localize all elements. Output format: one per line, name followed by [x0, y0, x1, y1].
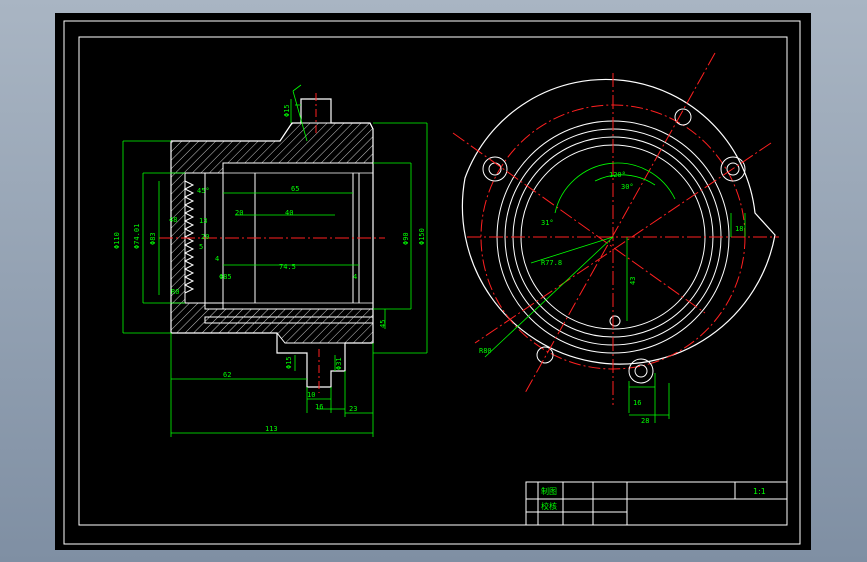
dim-small-13: 13	[199, 217, 207, 225]
flange-angle-30: 30°	[621, 183, 634, 191]
cad-drawing: Φ110 Φ74.01 Φ83 Φ90 Φ150 45° 48 20 13 4 …	[63, 20, 801, 545]
flange-angle-120: 120°	[609, 171, 626, 179]
dim-phi74: Φ74.01	[133, 224, 141, 249]
dim-r0: R0	[171, 288, 179, 296]
dim-small-5: 5	[199, 243, 203, 251]
section-view: Φ110 Φ74.01 Φ83 Φ90 Φ150 45° 48 20 13 4 …	[113, 84, 428, 437]
dim-internal-74-5: 74.5	[279, 263, 296, 271]
flange-view: 120° 30° 31° R77.8 43 18 16 28 R80	[452, 52, 779, 425]
flange-radius-r77: R77.8	[541, 259, 562, 267]
flange-dim-18: 18	[735, 225, 743, 233]
flange-dim-28: 28	[641, 417, 649, 425]
dim-phi83: Φ83	[149, 232, 157, 245]
dim-bottom-16: 16	[315, 403, 323, 411]
dim-phi85: Φ85	[219, 273, 232, 281]
section-dimensions	[122, 84, 428, 437]
bolt-hole-bottom-left	[536, 346, 554, 364]
dim-bottom-23: 23	[349, 405, 357, 413]
dim-small-20: 20	[201, 233, 209, 241]
bolt-hole-top-right	[674, 108, 692, 126]
title-scale: 1:1	[753, 487, 766, 496]
dim-bottom-62: 62	[223, 371, 231, 379]
flange-dim-r80: R80	[479, 347, 492, 355]
dim-bottom-113: 113	[265, 425, 278, 433]
flange-dim-43: 43	[629, 277, 637, 285]
dim-small-4: 4	[215, 255, 219, 263]
section-hatch-top	[170, 122, 374, 174]
dim-bottom-10: 10	[307, 391, 315, 399]
title-label-drawn: 制图	[541, 486, 557, 496]
dim-internal-40: 40	[285, 209, 293, 217]
dim-angle-45: 45°	[197, 187, 210, 195]
dim-small-48: 48	[169, 216, 177, 224]
title-label-checked: 校核	[541, 501, 557, 511]
dim-boss-phi15: Φ15	[285, 356, 293, 369]
cad-viewport[interactable]: Φ110 Φ74.01 Φ83 Φ90 Φ150 45° 48 20 13 4 …	[55, 13, 811, 550]
flange-angle-31: 31°	[541, 219, 554, 227]
dim-internal-65: 65	[291, 185, 299, 193]
dim-small-4b: 4	[353, 273, 357, 281]
dim-phi90: Φ90	[402, 232, 410, 245]
dim-boss-phi15b: Φ15	[283, 104, 291, 117]
dim-boss-phi31: Φ31	[335, 357, 343, 370]
flange-dim-16: 16	[633, 399, 641, 407]
dim-internal-20: 20	[235, 209, 243, 217]
title-block	[525, 481, 788, 526]
pin-hole	[609, 315, 621, 327]
dim-tolerance-45: 45	[379, 320, 387, 328]
dim-phi110: Φ110	[113, 232, 121, 249]
dim-phi150: Φ150	[418, 228, 426, 245]
